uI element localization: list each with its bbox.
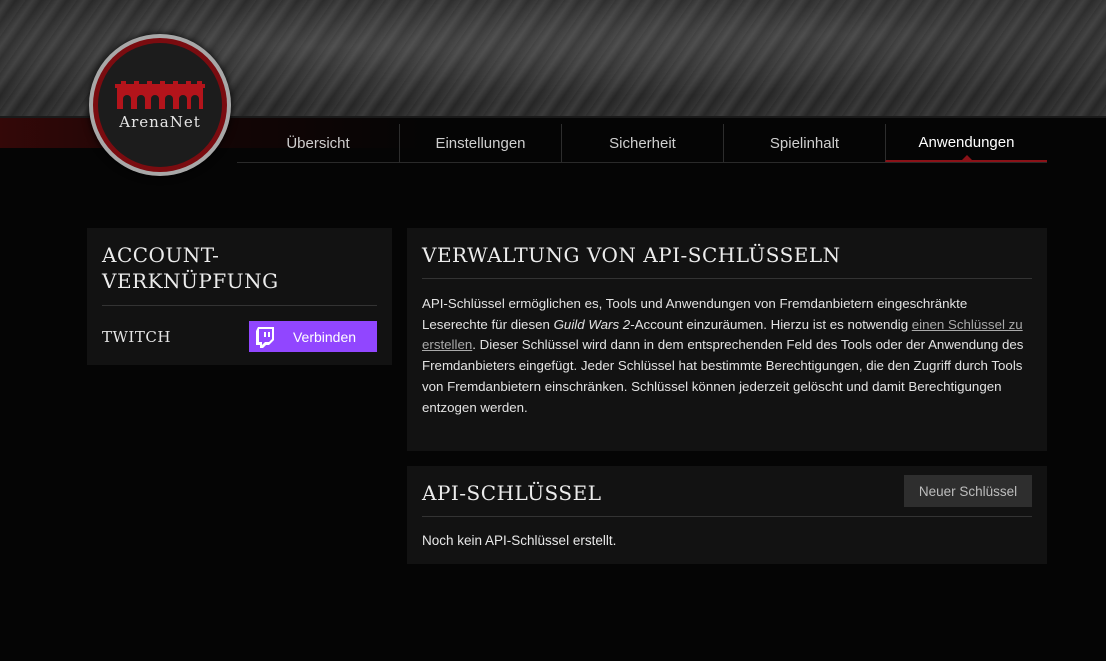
account-link-panel: Account-Verknüpfung Twitch Verbinden [87, 228, 392, 365]
twitch-row: Twitch Verbinden [102, 321, 377, 352]
api-keys-panel: API-Schlüssel Neuer Schlüssel Noch kein … [407, 466, 1047, 564]
api-keys-header: API-Schlüssel Neuer Schlüssel [422, 474, 1032, 508]
arenanet-logo[interactable]: ArenaNet [89, 34, 231, 176]
twitch-connect-button[interactable]: Verbinden [249, 321, 377, 352]
api-keys-empty-message: Noch kein API-Schlüssel erstellt. [422, 533, 617, 548]
divider [422, 516, 1032, 517]
account-link-title: Account-Verknüpfung [102, 243, 279, 293]
api-management-title: Verwaltung von API-Schlüsseln [422, 243, 841, 267]
tab-settings[interactable]: Einstellungen [399, 124, 561, 162]
twitch-connect-label: Verbinden [292, 328, 357, 345]
api-keys-title: API-Schlüssel [422, 481, 602, 505]
tab-applications[interactable]: Anwendungen [885, 124, 1047, 162]
tab-security[interactable]: Sicherheit [561, 124, 723, 162]
colosseum-icon [115, 81, 205, 109]
twitch-label: Twitch [102, 327, 171, 346]
logo-wordmark: ArenaNet [119, 113, 201, 131]
twitch-icon [249, 321, 280, 352]
account-tabs: Übersicht Einstellungen Sicherheit Spiel… [237, 124, 1047, 163]
divider [422, 278, 1032, 279]
tab-overview[interactable]: Übersicht [237, 124, 399, 162]
api-management-panel: Verwaltung von API-Schlüsseln API-Schlüs… [407, 228, 1047, 451]
api-management-description: API-Schlüssel ermöglichen es, Tools und … [422, 296, 1024, 415]
divider [102, 305, 377, 306]
new-key-button[interactable]: Neuer Schlüssel [904, 475, 1032, 507]
tab-game-content[interactable]: Spielinhalt [723, 124, 885, 162]
game-title: Guild Wars 2 [553, 316, 631, 332]
